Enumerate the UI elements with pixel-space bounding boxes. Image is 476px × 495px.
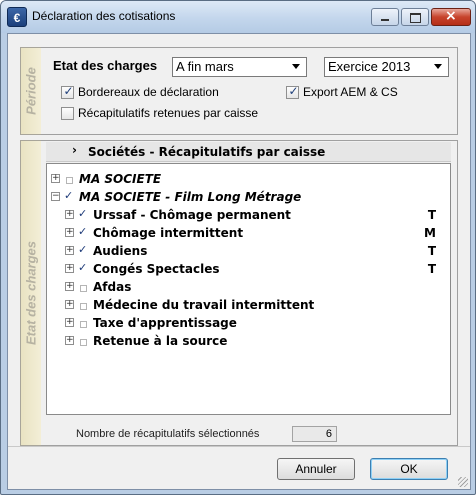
chevron-right-icon: › (72, 143, 77, 157)
checkmark-icon[interactable]: ✓ (78, 243, 87, 256)
checkmark-icon[interactable]: ✓ (64, 189, 73, 202)
maximize-button[interactable] (401, 8, 429, 26)
expand-icon[interactable]: + (65, 336, 74, 345)
tree-row-label: Chômage intermittent (93, 226, 244, 240)
ok-button[interactable]: OK (370, 458, 448, 480)
title-bar[interactable]: € Déclaration des cotisations × (1, 1, 475, 33)
tree-row[interactable]: + ✓ Congés Spectacles T (47, 260, 450, 278)
tree-row-label: Afdas (93, 280, 132, 294)
expand-icon[interactable]: + (51, 174, 60, 183)
tree-row-label: Urssaf - Chômage permanent (93, 208, 291, 222)
dialog-window: € Déclaration des cotisations × Période … (0, 0, 476, 495)
tree-row[interactable]: + Taxe d'apprentissage (47, 314, 450, 332)
expand-icon[interactable]: + (65, 246, 74, 255)
selection-count-label: Nombre de récapitulatifs sélectionnés (76, 428, 260, 440)
recapitulatifs-checkbox-row[interactable]: Récapitulatifs retenues par caisse (61, 106, 301, 122)
minimize-button[interactable] (371, 8, 399, 26)
unchecked-box-icon[interactable] (80, 285, 87, 292)
tree-row[interactable]: + Médecine du travail intermittent (47, 296, 450, 314)
exercise-select-value: Exercice 2013 (328, 59, 411, 74)
checkmark-icon[interactable]: ✓ (78, 261, 87, 274)
window-title: Déclaration des cotisations (32, 9, 176, 23)
tree-row[interactable]: + MA SOCIETE (47, 170, 450, 188)
tree-row[interactable]: + Retenue à la source (47, 332, 450, 350)
unchecked-box-icon[interactable] (80, 339, 87, 346)
tree-row-code: T (427, 244, 436, 258)
expand-icon[interactable]: + (65, 210, 74, 219)
selection-count-value: 6 (292, 426, 337, 442)
app-euro-icon: € (7, 7, 27, 27)
chevron-down-icon (434, 64, 442, 69)
bordereaux-checkbox[interactable]: ✓ (61, 84, 74, 99)
tree-row-code: T (427, 208, 436, 222)
minimize-icon (381, 19, 389, 21)
etat-section-tab: Etat des charges (20, 140, 42, 446)
unchecked-box-icon[interactable] (80, 303, 87, 310)
expand-icon[interactable]: + (65, 300, 74, 309)
tree-row[interactable]: + Afdas (47, 278, 450, 296)
maximize-icon (410, 13, 421, 23)
tree-row-label: Audiens (93, 244, 148, 258)
tree-row[interactable]: + ✓ Urssaf - Chômage permanent T (47, 206, 450, 224)
dialog-client-area: Période Etat des charges A fin mars Exer… (7, 33, 471, 490)
tree-row-label: Retenue à la source (93, 334, 228, 348)
tree-row-label: MA SOCIETE (79, 172, 162, 186)
bordereaux-label: Bordereaux de déclaration (78, 85, 219, 99)
unchecked-box-icon[interactable] (66, 177, 73, 184)
tree-row[interactable]: − ✓ MA SOCIETE - Film Long Métrage (47, 188, 450, 206)
exercise-select[interactable]: Exercice 2013 (324, 57, 449, 77)
expand-icon[interactable]: + (65, 228, 74, 237)
periode-panel: Etat des charges A fin mars Exercice 201… (41, 47, 458, 135)
periode-section-tab: Période (20, 47, 42, 135)
bordereaux-checkbox-row[interactable]: ✓ Bordereaux de déclaration (61, 84, 261, 101)
close-button[interactable]: × (431, 8, 471, 26)
tree-row-label: Médecine du travail intermittent (93, 298, 315, 312)
period-select[interactable]: A fin mars (172, 57, 307, 77)
checkmark-icon: ✓ (63, 84, 74, 98)
tree-header[interactable]: › Sociétés - Récapitulatifs par caisse (46, 142, 451, 162)
recapitulatifs-checkbox[interactable] (61, 107, 74, 120)
footer-divider (8, 446, 470, 447)
expand-icon[interactable]: + (65, 264, 74, 273)
tree-row[interactable]: + ✓ Chômage intermittent M (47, 224, 450, 242)
unchecked-box-icon[interactable] (80, 321, 87, 328)
resize-grip[interactable] (458, 477, 468, 487)
period-select-value: A fin mars (176, 59, 234, 74)
export-aem-checkbox-row[interactable]: ✓ Export AEM & CS (286, 84, 446, 101)
expand-icon[interactable]: + (65, 318, 74, 327)
tree-row[interactable]: + ✓ Audiens T (47, 242, 450, 260)
etat-des-charges-label: Etat des charges (53, 58, 158, 73)
cancel-button[interactable]: Annuler (277, 458, 355, 480)
etat-panel: › Sociétés - Récapitulatifs par caisse +… (41, 140, 458, 446)
checkmark-icon[interactable]: ✓ (78, 207, 87, 220)
tree-row-label: Taxe d'apprentissage (93, 316, 237, 330)
tree-header-label: Sociétés - Récapitulatifs par caisse (88, 145, 326, 159)
checkmark-icon: ✓ (288, 84, 299, 98)
close-icon: × (445, 8, 457, 24)
caisse-tree[interactable]: + MA SOCIETE − ✓ MA SOCIETE - Film Long Métr… (46, 163, 451, 415)
export-aem-label: Export AEM & CS (303, 85, 398, 99)
tree-row-code: M (424, 226, 436, 240)
expand-icon[interactable]: + (65, 282, 74, 291)
export-aem-checkbox[interactable]: ✓ (286, 84, 299, 99)
tree-row-label: Congés Spectacles (93, 262, 220, 276)
checkmark-icon[interactable]: ✓ (78, 225, 87, 238)
etat-section-label: Etat des charges (23, 240, 39, 346)
periode-section-label: Période (23, 67, 39, 115)
tree-row-code: T (427, 262, 436, 276)
chevron-down-icon (292, 64, 300, 69)
collapse-icon[interactable]: − (51, 192, 60, 201)
recapitulatifs-label: Récapitulatifs retenues par caisse (78, 106, 259, 120)
tree-row-label: MA SOCIETE - Film Long Métrage (79, 190, 302, 204)
